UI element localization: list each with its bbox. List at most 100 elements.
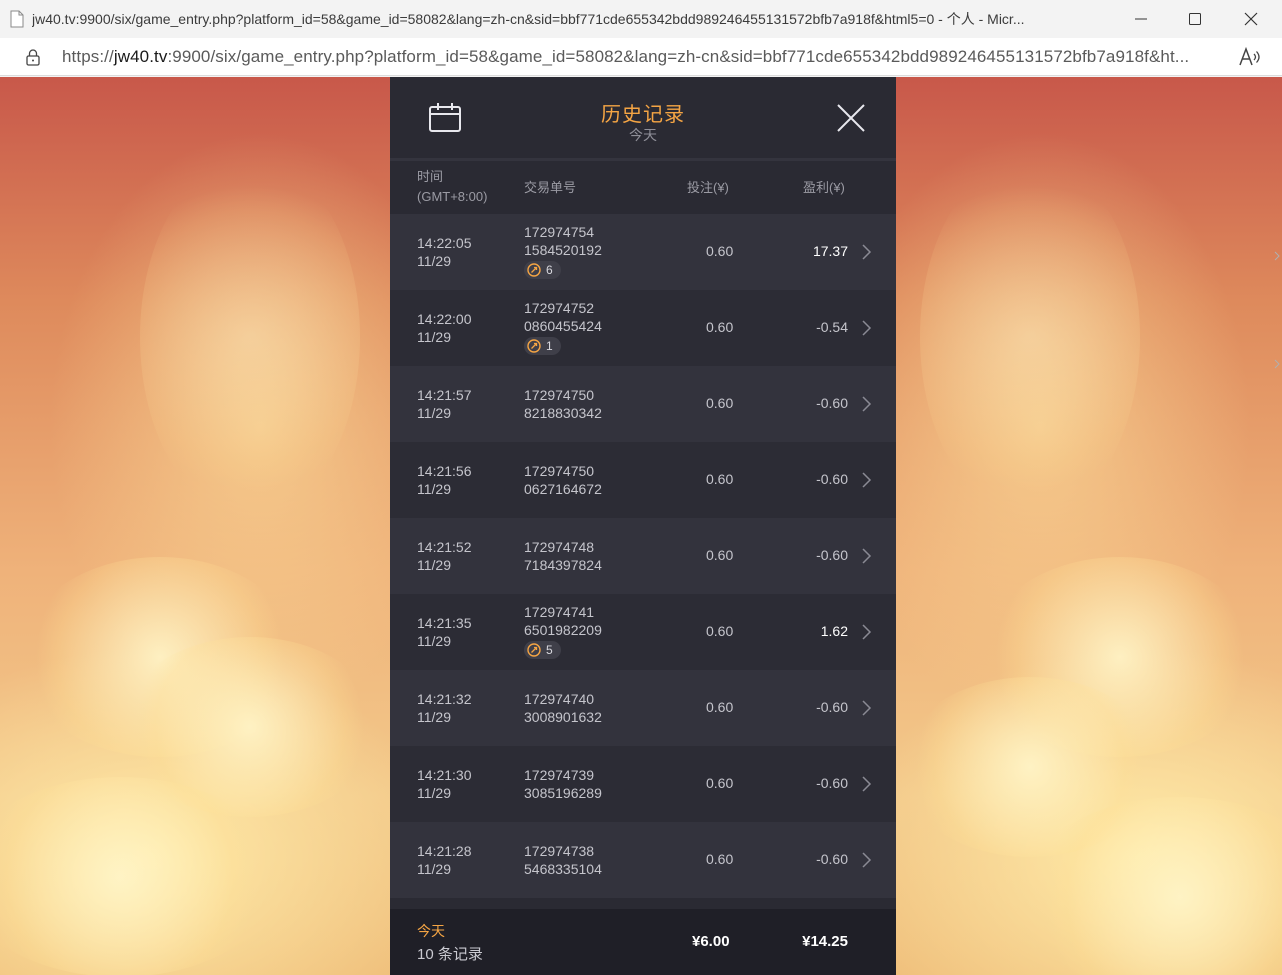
row-time-clock: 14:21:30 — [417, 767, 472, 783]
history-list: 14:22:05 11/29 172974754 1584520192 6 0.60 17.… — [390, 214, 896, 898]
row-bet: 0.60 — [706, 243, 734, 259]
page-icon — [10, 10, 24, 28]
row-order-line1: 172974741 — [524, 604, 595, 620]
row-profit: -0.60 — [816, 775, 848, 791]
row-bet: 0.60 — [706, 395, 734, 411]
row-order: 172974748 7184397824 — [524, 538, 602, 574]
row-order: 172974752 0860455424 1 — [524, 299, 602, 357]
close-icon[interactable] — [836, 103, 866, 133]
free-spin-badge: 5 — [524, 641, 561, 659]
row-order-line1: 172974739 — [524, 767, 595, 783]
free-spin-icon — [527, 643, 541, 657]
row-time-date: 11/29 — [417, 405, 451, 421]
history-row[interactable]: 14:21:57 11/29 172974750 8218830342 0.60 -0.6… — [390, 366, 896, 442]
free-spin-count: 5 — [546, 643, 553, 657]
row-order: 172974739 3085196289 — [524, 766, 602, 802]
history-row[interactable]: 14:21:32 11/29 172974740 3008901632 0.60 -0.6… — [390, 670, 896, 746]
free-spin-badge: 6 — [524, 261, 561, 279]
row-order-line2: 3008901632 — [524, 709, 602, 725]
free-spin-badge: 1 — [524, 337, 561, 355]
row-bet: 0.60 — [706, 319, 734, 335]
free-spin-icon — [527, 263, 541, 277]
row-profit: -0.60 — [816, 851, 848, 867]
row-order-line2: 5468335104 — [524, 861, 602, 877]
row-bet: 0.60 — [706, 623, 734, 639]
panel-title: 历史记录 — [601, 104, 685, 126]
row-order: 172974750 8218830342 — [524, 386, 602, 422]
chevron-right-icon[interactable] — [860, 775, 872, 793]
address-bar[interactable]: https://jw40.tv:9900/six/game_entry.php?… — [0, 38, 1282, 76]
row-profit: -0.60 — [816, 395, 848, 411]
url-text[interactable]: https://jw40.tv:9900/six/game_entry.php?… — [62, 47, 1222, 67]
row-order-line1: 172974740 — [524, 691, 595, 707]
row-profit: -0.60 — [816, 699, 848, 715]
free-spin-count: 1 — [546, 339, 553, 353]
row-order: 172974750 0627164672 — [524, 462, 602, 498]
row-order: 172974740 3008901632 — [524, 690, 602, 726]
row-time: 14:21:52 11/29 — [417, 538, 472, 574]
row-time-date: 11/29 — [417, 709, 451, 725]
browser-titlebar: jw40.tv:9900/six/game_entry.php?platform… — [0, 0, 1282, 38]
row-order-line2: 7184397824 — [524, 557, 602, 573]
header-time: 时间 — [417, 169, 444, 184]
row-time-clock: 14:21:56 — [417, 463, 472, 479]
chevron-right-icon[interactable] — [860, 851, 872, 869]
maximize-icon[interactable] — [1166, 0, 1224, 38]
row-order-line2: 0627164672 — [524, 481, 602, 497]
free-spin-icon — [527, 339, 541, 353]
row-time: 14:22:00 11/29 — [417, 310, 472, 346]
panel-header: 历史记录 今天 — [390, 77, 896, 161]
row-bet: 0.60 — [706, 699, 734, 715]
chevron-right-icon[interactable] — [860, 395, 872, 413]
row-order-line1: 172974750 — [524, 463, 595, 479]
row-time-clock: 14:21:32 — [417, 691, 472, 707]
window-title: jw40.tv:9900/six/game_entry.php?platform… — [32, 11, 1025, 27]
history-row[interactable]: 14:21:35 11/29 172974741 6501982209 5 0.60 1.6… — [390, 594, 896, 670]
history-row[interactable]: 14:21:56 11/29 172974750 0627164672 0.60 -0.6… — [390, 442, 896, 518]
row-time: 14:21:35 11/29 — [417, 614, 472, 650]
row-time-date: 11/29 — [417, 329, 451, 345]
row-time: 14:21:32 11/29 — [417, 690, 472, 726]
history-row[interactable]: 14:21:52 11/29 172974748 7184397824 0.60 -0.6… — [390, 518, 896, 594]
history-row[interactable]: 14:21:30 11/29 172974739 3085196289 0.60 -0.6… — [390, 746, 896, 822]
row-order-line1: 172974748 — [524, 539, 595, 555]
row-order-line1: 172974754 — [524, 224, 595, 240]
row-time-clock: 14:21:52 — [417, 539, 472, 555]
row-profit: -0.54 — [816, 319, 848, 335]
chevron-right-icon[interactable] — [860, 471, 872, 489]
panel-subtitle: 今天 — [629, 127, 657, 143]
row-time-date: 11/29 — [417, 557, 451, 573]
row-time-clock: 14:21:35 — [417, 615, 472, 631]
row-bet: 0.60 — [706, 547, 734, 563]
row-time-date: 11/29 — [417, 861, 451, 877]
row-time: 14:21:28 11/29 — [417, 842, 472, 878]
close-window-icon[interactable] — [1222, 0, 1280, 38]
row-profit: 17.37 — [812, 243, 848, 259]
row-time-clock: 14:21:28 — [417, 843, 472, 859]
history-row[interactable]: 14:21:28 11/29 172974738 5468335104 0.60 -0.6… — [390, 822, 896, 898]
row-time: 14:22:05 11/29 — [417, 234, 472, 270]
row-time: 14:21:30 11/29 — [417, 766, 472, 802]
row-order: 172974754 1584520192 6 — [524, 223, 602, 281]
chevron-right-icon[interactable] — [860, 699, 872, 717]
history-row[interactable]: 14:22:00 11/29 172974752 0860455424 1 0.60 -0.… — [390, 290, 896, 366]
row-order-line2: 0860455424 — [524, 318, 602, 334]
lock-icon[interactable] — [24, 48, 42, 66]
row-bet: 0.60 — [706, 471, 734, 487]
chevron-right-icon[interactable] — [860, 623, 872, 641]
row-order-line2: 8218830342 — [524, 405, 602, 421]
history-row[interactable]: 14:22:05 11/29 172974754 1584520192 6 0.60 17.… — [390, 214, 896, 290]
chevron-right-icon[interactable] — [860, 547, 872, 565]
row-time-date: 11/29 — [417, 633, 451, 649]
row-order-line2: 1584520192 — [524, 242, 602, 258]
read-aloud-icon[interactable] — [1238, 46, 1262, 68]
history-panel: 历史记录 今天 时间 (GMT+8:00) 交易单号 投注(¥) 盈利(¥) 1… — [390, 77, 896, 975]
row-profit: 1.62 — [820, 623, 848, 639]
header-order: 交易单号 — [524, 180, 577, 195]
chevron-right-icon[interactable] — [860, 243, 872, 261]
header-bet: 投注(¥) — [687, 180, 729, 195]
minimize-icon[interactable] — [1112, 0, 1170, 38]
page-scrollbar[interactable] — [1272, 250, 1282, 370]
chevron-right-icon[interactable] — [860, 319, 872, 337]
footer-total-bet: ¥6.00 — [692, 933, 730, 950]
